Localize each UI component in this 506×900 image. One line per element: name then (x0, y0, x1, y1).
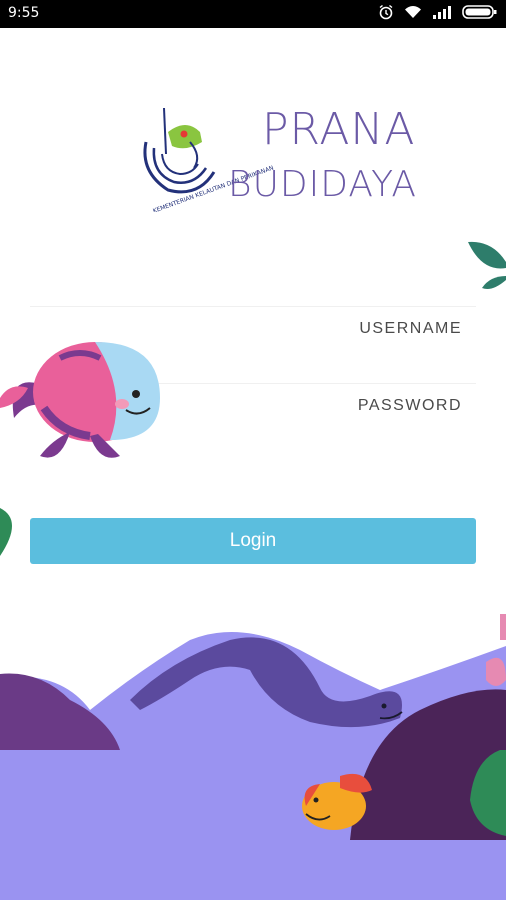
status-icons (378, 4, 498, 20)
brand-title-line1: PRANA (262, 104, 416, 155)
leaf-left-icon (0, 508, 12, 556)
status-time: 9:55 (8, 5, 40, 21)
status-bar: 9:55 (0, 0, 506, 28)
underwater-scene-illustration (0, 614, 506, 900)
alarm-icon (379, 4, 393, 20)
pink-fish-illustration (0, 342, 160, 458)
wifi-icon (405, 6, 421, 18)
signal-icon (433, 6, 451, 19)
login-button[interactable]: Login (30, 518, 476, 564)
battery-icon (462, 5, 497, 19)
leaf-decoration-icon (468, 241, 506, 289)
brand-title-line2: BUDIDAYA (228, 164, 418, 205)
